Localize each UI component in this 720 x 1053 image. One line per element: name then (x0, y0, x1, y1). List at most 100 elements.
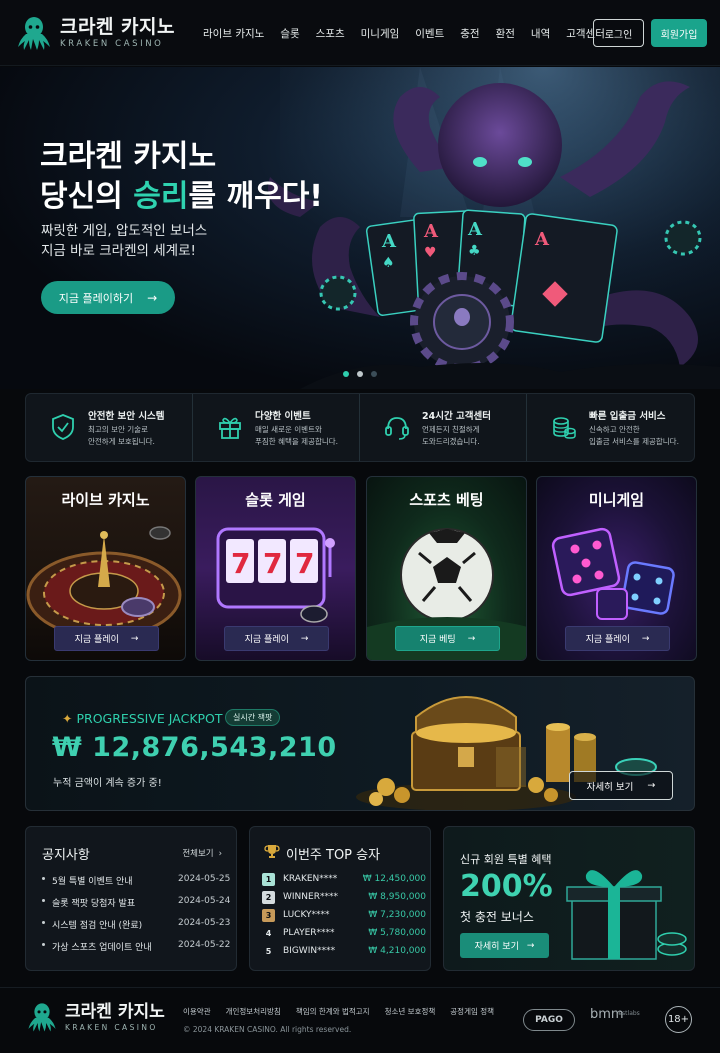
footer-link-youth[interactable]: 청소년 보호정책 (385, 1006, 436, 1017)
svg-text:A: A (381, 231, 397, 252)
hero-title-accent: 승리 (133, 179, 189, 214)
main-nav: 라이브 카지노 슬롯 스포츠 미니게임 이벤트 충전 환전 내역 고객센터 (203, 26, 621, 41)
spark-icon: ✦ (62, 711, 73, 726)
game-card-button-label: 지금 플레이 (74, 635, 119, 645)
winner-amount: ₩ 12,450,000 (362, 874, 426, 884)
bullet-icon (42, 921, 45, 924)
arrow-right-icon: → (130, 633, 139, 644)
footer-logo-name: 크라켄 카지노 (65, 1001, 165, 1022)
winner-row: 3 LUCKY**** ₩ 7,230,000 (262, 908, 426, 924)
notice-view-all-label: 전체보기 (182, 849, 214, 859)
promo-percent: 200% (460, 869, 553, 904)
jackpot-subtitle: 누적 금액이 계속 증가 중! (53, 778, 162, 789)
logo[interactable]: 크라켄 카지노 KRAKEN CASINO (14, 13, 175, 53)
game-card-button[interactable]: 지금 플레이 → (54, 626, 159, 651)
carousel-dot-2[interactable] (357, 371, 363, 377)
game-card-slot[interactable]: 7 7 7 슬롯 게임 지금 플레이 → (195, 476, 356, 661)
game-card-title: 라이브 카지노 (61, 491, 150, 509)
pago-badge: PAGO (523, 1009, 575, 1031)
age-18-badge: 18+ (665, 1006, 692, 1033)
jackpot-details-button[interactable]: 자세히 보기 → (569, 771, 673, 800)
winner-row: 2 WINNER**** ₩ 8,950,000 (262, 890, 426, 906)
game-card-title: 미니게임 (588, 491, 645, 509)
hero-title-line2: 당신의 승리를 깨우다! (40, 177, 323, 217)
age-18-text: 18+ (667, 1014, 690, 1025)
top-winners-panel: 이번주 TOP 승자 1 KRAKEN**** ₩ 12,450,000 2 WINN… (249, 826, 431, 971)
winner-rank: 3 (262, 909, 275, 922)
nav-item-live-casino[interactable]: 라이브 카지노 (203, 26, 264, 41)
promo-details-label: 자세히 보기 (474, 942, 519, 952)
notice-text: 슬롯 잭팟 당첨자 발표 (52, 899, 136, 909)
notice-panel: 공지사항 전체보기 › 5월 특별 이벤트 안내 2024-05-25 슬롯 잭팟 … (25, 826, 237, 971)
nav-item-deposit[interactable]: 충전 (460, 26, 479, 41)
promo-details-button[interactable]: 자세히 보기 → (460, 933, 549, 958)
feature-title: 빠른 입출금 서비스 (589, 411, 666, 422)
footer-logo-subtitle: KRAKEN CASINO (65, 1022, 158, 1032)
arrow-right-icon: → (647, 780, 656, 791)
carousel-dot-3[interactable] (371, 371, 377, 377)
notice-view-all[interactable]: 전체보기 › (182, 847, 222, 859)
svg-text:7: 7 (231, 547, 250, 580)
game-card-title: 스포츠 베팅 (409, 491, 484, 509)
footer: 크라켄 카지노 KRAKEN CASINO 이용약관 개인정보처리방침 책임의 … (0, 987, 720, 1053)
hero-title-line1: 크라켄 카지노 (40, 139, 217, 174)
trophy-icon (264, 845, 280, 858)
signup-button[interactable]: 회원가입 (651, 19, 707, 47)
nav-item-minigame[interactable]: 미니게임 (361, 26, 400, 41)
game-card-button[interactable]: 지금 베팅 → (395, 626, 500, 651)
hero-subtitle-line1: 짜릿한 게임, 압도적인 보너스 (41, 223, 208, 239)
nav-item-sports[interactable]: 스포츠 (316, 26, 345, 41)
feature-desc: 언제든지 친절하게 도와드리겠습니다. (422, 425, 480, 446)
hero-play-button[interactable]: 지금 플레이하기 → (41, 281, 175, 314)
footer-logo[interactable]: 크라켄 카지노 KRAKEN CASINO (25, 1000, 165, 1034)
footer-links: 이용약관 개인정보처리방침 책임의 한계와 법적고지 청소년 보호정책 공정게임… (183, 1006, 509, 1017)
winner-amount: ₩ 8,950,000 (368, 892, 426, 902)
footer-link-fair-game[interactable]: 공정게임 정책 (450, 1006, 494, 1017)
promo-panel: 신규 회원 특별 혜택 200% 첫 충전 보너스 자세히 보기 → (443, 826, 695, 971)
game-card-button[interactable]: 지금 플레이 → (565, 626, 670, 651)
game-card-sports[interactable]: 스포츠 베팅 지금 베팅 → (366, 476, 527, 661)
header: 크라켄 카지노 KRAKEN CASINO 라이브 카지노 슬롯 스포츠 미니게… (0, 0, 720, 66)
shield-check-icon (52, 414, 74, 440)
nav-item-history[interactable]: 내역 (531, 26, 550, 41)
nav-item-withdraw[interactable]: 환전 (496, 26, 515, 41)
bmm-badge: bmm testlabs (590, 1008, 650, 1032)
carousel-dot-1[interactable] (343, 371, 349, 377)
nav-item-slot[interactable]: 슬롯 (280, 26, 299, 41)
winner-row: 1 KRAKEN**** ₩ 12,450,000 (262, 872, 426, 888)
winner-rank: 1 (262, 873, 275, 886)
arrow-right-icon: → (300, 633, 309, 644)
footer-link-legal[interactable]: 책임의 한계와 법적고지 (296, 1006, 370, 1017)
game-card-minigame[interactable]: 미니게임 지금 플레이 → (536, 476, 697, 661)
winner-amount: ₩ 4,210,000 (368, 946, 426, 956)
notice-item[interactable]: 5월 특별 이벤트 안내 2024-05-25 (42, 872, 230, 888)
promo-subtitle: 첫 충전 보너스 (460, 910, 534, 924)
hero-subtitle-line2: 지금 바로 크라켄의 세계로! (41, 243, 196, 259)
svg-text:♥: ♥ (424, 245, 437, 261)
login-button[interactable]: 로그인 (593, 19, 644, 47)
feature-security: 안전한 보안 시스템 최고의 보안 기술로 안전하게 보호됩니다. (26, 394, 193, 461)
nav-item-event[interactable]: 이벤트 (415, 26, 444, 41)
notice-text: 가상 스포츠 업데이트 안내 (52, 943, 152, 953)
notice-text: 시스템 점검 안내 (완료) (52, 921, 143, 931)
notice-item[interactable]: 가상 스포츠 업데이트 안내 2024-05-22 (42, 938, 230, 954)
game-card-live-casino[interactable]: 라이브 카지노 지금 플레이 → (25, 476, 186, 661)
copyright: © 2024 KRAKEN CASINO. All rights reserve… (183, 1025, 352, 1034)
game-card-button[interactable]: 지금 플레이 → (224, 626, 329, 651)
feature-event: 다양한 이벤트 매일 새로운 이벤트와 푸짐한 혜택을 제공합니다. (193, 394, 360, 461)
footer-link-terms[interactable]: 이용약관 (183, 1006, 211, 1017)
bullet-icon (42, 877, 45, 880)
svg-text:7: 7 (295, 547, 314, 580)
footer-link-privacy[interactable]: 개인정보처리방침 (226, 1006, 281, 1017)
arrow-right-icon: → (147, 290, 158, 305)
winner-name: BIGWIN**** (283, 946, 336, 956)
notice-date: 2024-05-22 (178, 940, 231, 950)
hero-play-label: 지금 플레이하기 (58, 291, 134, 305)
notice-item[interactable]: 시스템 점검 안내 (완료) 2024-05-23 (42, 916, 230, 932)
carousel-dots (343, 371, 385, 377)
hero-title-post: 를 깨우다! (188, 179, 323, 214)
pago-badge-text: PAGO (535, 1015, 563, 1025)
winner-name: LUCKY**** (283, 910, 330, 920)
feature-support: 24시간 고객센터 언제든지 친절하게 도와드리겠습니다. (360, 394, 527, 461)
notice-item[interactable]: 슬롯 잭팟 당첨자 발표 2024-05-24 (42, 894, 230, 910)
